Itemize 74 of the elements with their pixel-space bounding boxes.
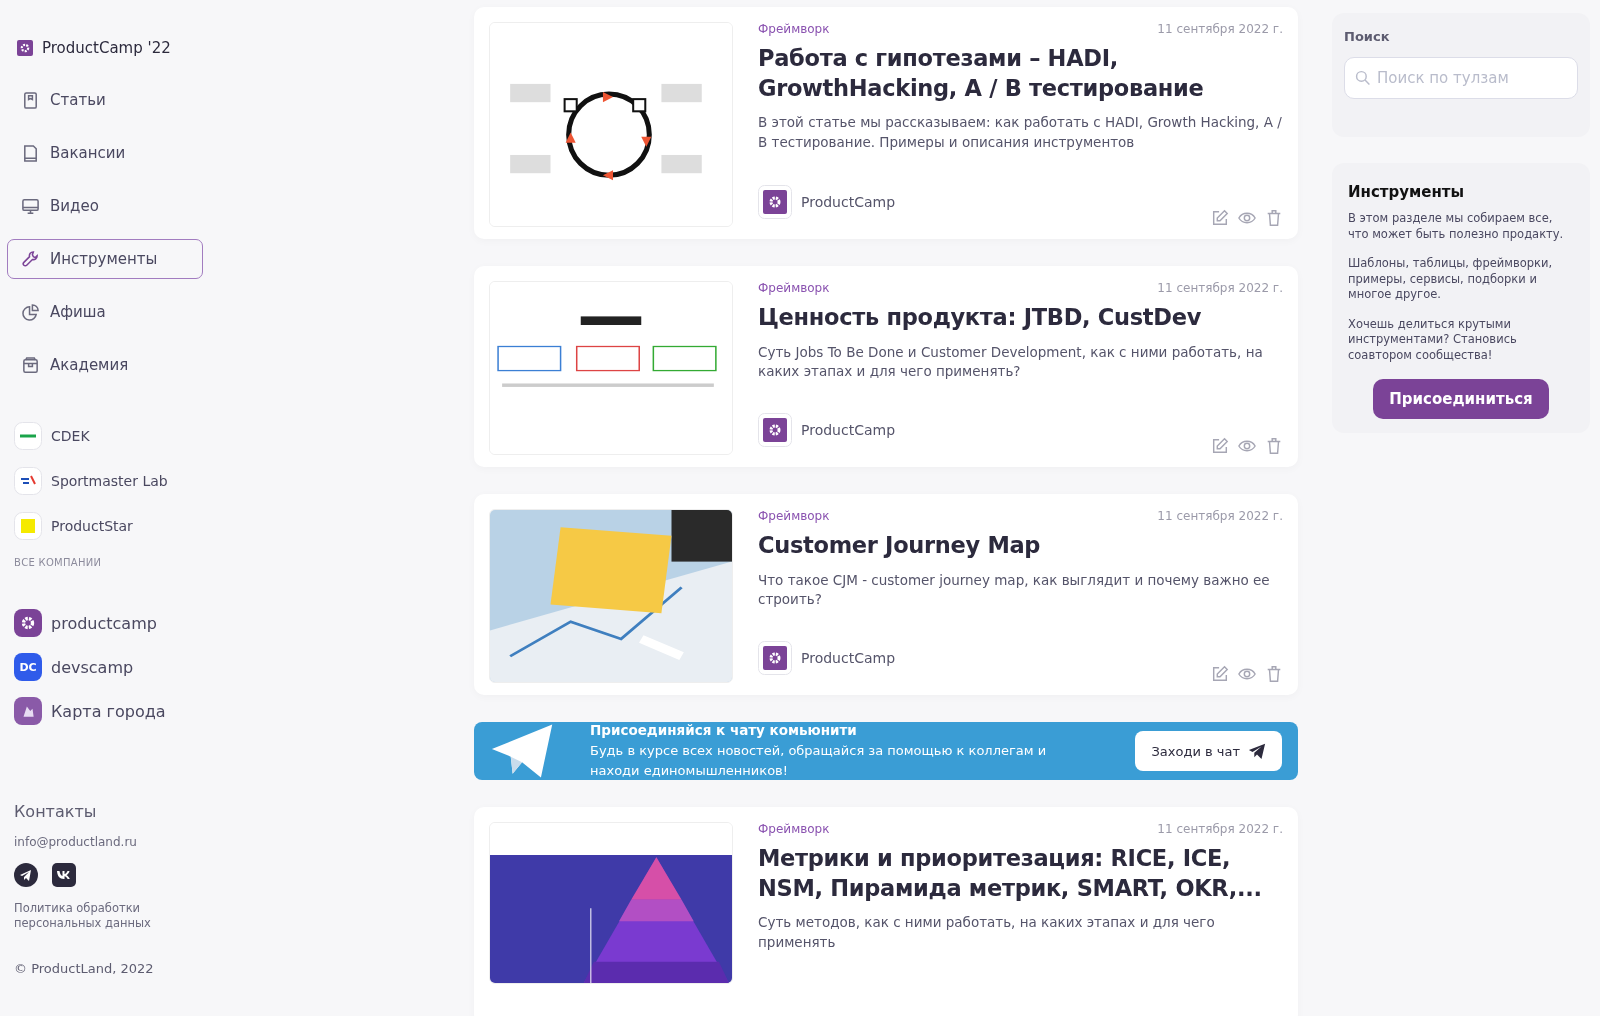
search-title: Поиск <box>1344 29 1391 44</box>
category-link[interactable]: Фреймворк <box>758 281 830 295</box>
trash-icon[interactable] <box>1265 437 1283 455</box>
article-description: В этой статье мы рассказываем: как работать с HADI, Growth Hacking, A / B тестирование. Примеры и описания инструментов <box>758 113 1283 152</box>
community-name[interactable]: Карта города <box>51 701 166 721</box>
trash-icon[interactable] <box>1265 209 1283 227</box>
author-name[interactable]: ProductCamp <box>801 194 896 210</box>
nav-item[interactable]: Статьи <box>7 80 203 120</box>
contacts-title: Контакты <box>14 802 98 821</box>
author-name[interactable]: ProductCamp <box>801 422 896 438</box>
article-description: Что такое CJM - customer journey map, как выглядит и почему важно ее строить? <box>758 570 1271 610</box>
company-name[interactable]: ProductStar <box>51 518 133 534</box>
join-button[interactable]: Присоединиться <box>1373 379 1549 420</box>
nav-item[interactable]: Вакансии <box>7 133 203 173</box>
author-avatar <box>758 413 792 447</box>
document-icon <box>21 90 40 110</box>
nav-item[interactable]: Академия <box>7 345 203 385</box>
nav-item[interactable]: Афиша <box>7 292 203 332</box>
article-date: 11 сентября 2022 г. <box>1157 822 1283 836</box>
article-title[interactable]: Метрики и приоритезация: RICE, ICE, NSM, Пирамида метрик, SMART, OKR,... <box>758 844 1283 904</box>
author-name[interactable]: ProductCamp <box>801 650 896 666</box>
info-title: Инструменты <box>1348 183 1466 201</box>
gear-icon <box>17 40 33 56</box>
company-name[interactable]: Sportmaster Lab <box>51 473 168 489</box>
info-paragraph: Шаблоны, таблицы, фреймворки, примеры, сервисы, подборки и многое другое. <box>1348 256 1554 303</box>
category-link[interactable]: Фреймворк <box>758 22 830 36</box>
vk-icon[interactable] <box>52 863 76 887</box>
author-avatar <box>758 185 792 219</box>
info-paragraph: В этом разделе мы собираем все, что может быть полезно продакту. <box>1348 211 1565 243</box>
article-card[interactable] <box>474 7 1298 239</box>
article-date: 11 сентября 2022 г. <box>1157 22 1283 36</box>
article-description: Суть методов, как с ними работать, на каких этапах и для чего применять <box>758 913 1216 952</box>
nav-item[interactable]: Инструменты <box>7 239 203 279</box>
banner-title: Присоединяйся к чату комьюнити <box>590 722 858 738</box>
search-field[interactable]: Поиск по тулзам <box>1344 57 1578 99</box>
article-card[interactable]: Фреймворк 11 сентября 2022 г. Метрики и приоритезация: RICE, ICE, NSM, Пирамида метрик, SMART, OKR,... Суть методов, как с ними работать, на каких этапах и для чего применять <box>474 807 1298 1016</box>
community-name[interactable]: productcamp <box>51 613 157 633</box>
category-link[interactable]: Фреймворк <box>758 509 830 523</box>
article-title[interactable]: Работа с гипотезами – HADI, GrowthHacking, A / B тестирование <box>758 44 1283 104</box>
search-icon <box>1355 70 1371 86</box>
company-logo <box>14 422 42 450</box>
email-link[interactable]: info@productland.ru <box>14 835 220 849</box>
nav-item[interactable]: Видео <box>7 186 203 226</box>
community-name[interactable]: devscamp <box>51 657 134 677</box>
chat-button[interactable]: Заходи в чат <box>1135 731 1282 771</box>
monitor-icon <box>21 196 40 216</box>
company-logo <box>14 467 42 495</box>
trash-icon[interactable] <box>1265 665 1283 683</box>
article-date: 11 сентября 2022 г. <box>1157 281 1283 295</box>
article-description: Суть Jobs To Be Done и Customer Development, как с ними работать, на каких этапах и для чего применять? <box>758 342 1264 382</box>
article-title[interactable]: Customer Journey Map <box>758 531 1283 561</box>
community-logo: DC <box>14 653 42 681</box>
banner-text: Будь в курсе всех новостей, обращайся за помощью к коллегам и находи единомышленников! <box>590 742 1048 780</box>
article-card[interactable]: Фреймворк 11 сентября 2022 г. Ценность продукта: JTBD, CustDev Суть Jobs To Be Done и Customer Development, как с ними работать, на каких этапах и для чего применять? ProductCamp <box>474 266 1298 467</box>
edit-icon[interactable] <box>1211 437 1229 455</box>
box-icon <box>21 355 40 375</box>
brand-name[interactable]: ProductCamp '22 <box>42 39 171 57</box>
author-avatar <box>758 641 792 675</box>
edit-icon[interactable] <box>1211 209 1229 227</box>
page-icon <box>21 143 40 163</box>
article-title[interactable]: Ценность продукта: JTBD, CustDev <box>758 303 1283 333</box>
article-date: 11 сентября 2022 г. <box>1157 509 1283 523</box>
pie-chart-icon <box>21 302 40 322</box>
company-name[interactable]: CDEK <box>51 428 90 444</box>
edit-icon[interactable] <box>1211 665 1229 683</box>
info-paragraph: Хочешь делиться крутыми инструментами? Становись соавтором сообщества! <box>1348 316 1518 364</box>
article-card[interactable]: Фреймворк 11 сентября 2022 г. Customer Journey Map Что такое CJM - customer journey map, как выглядит и почему важно ее строить? ProductCamp <box>474 494 1298 695</box>
wrench-icon <box>21 249 40 269</box>
send-icon <box>1248 742 1266 760</box>
telegram-icon[interactable] <box>14 863 38 887</box>
category-link[interactable]: Фреймворк <box>758 822 830 836</box>
company-logo <box>14 512 42 540</box>
policy-link[interactable]: Политика обработки персональных данных <box>14 901 164 931</box>
copyright: © ProductLand, 2022 <box>14 960 155 976</box>
